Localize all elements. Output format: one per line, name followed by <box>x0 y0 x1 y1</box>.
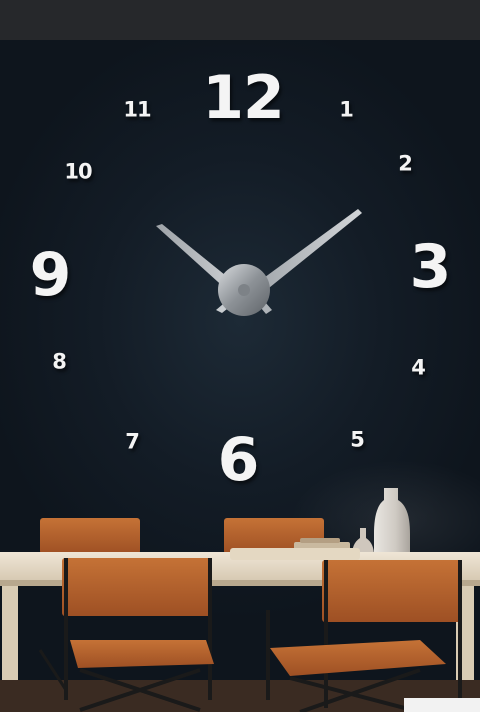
corner-label <box>404 698 480 712</box>
front-chair-left-backrest <box>62 558 212 616</box>
photo-scene: 12 1 2 3 4 5 6 7 8 9 10 11 <box>0 0 480 712</box>
clock-hands <box>156 209 362 316</box>
back-chair-left-backrest <box>40 518 140 554</box>
book-on-plates <box>300 538 340 543</box>
clock-hub-center <box>238 284 250 296</box>
scene-drawing <box>0 209 480 712</box>
front-chair-right-backrest <box>322 560 462 622</box>
table-runner <box>230 548 360 560</box>
front-chair-left-seat <box>70 640 214 668</box>
